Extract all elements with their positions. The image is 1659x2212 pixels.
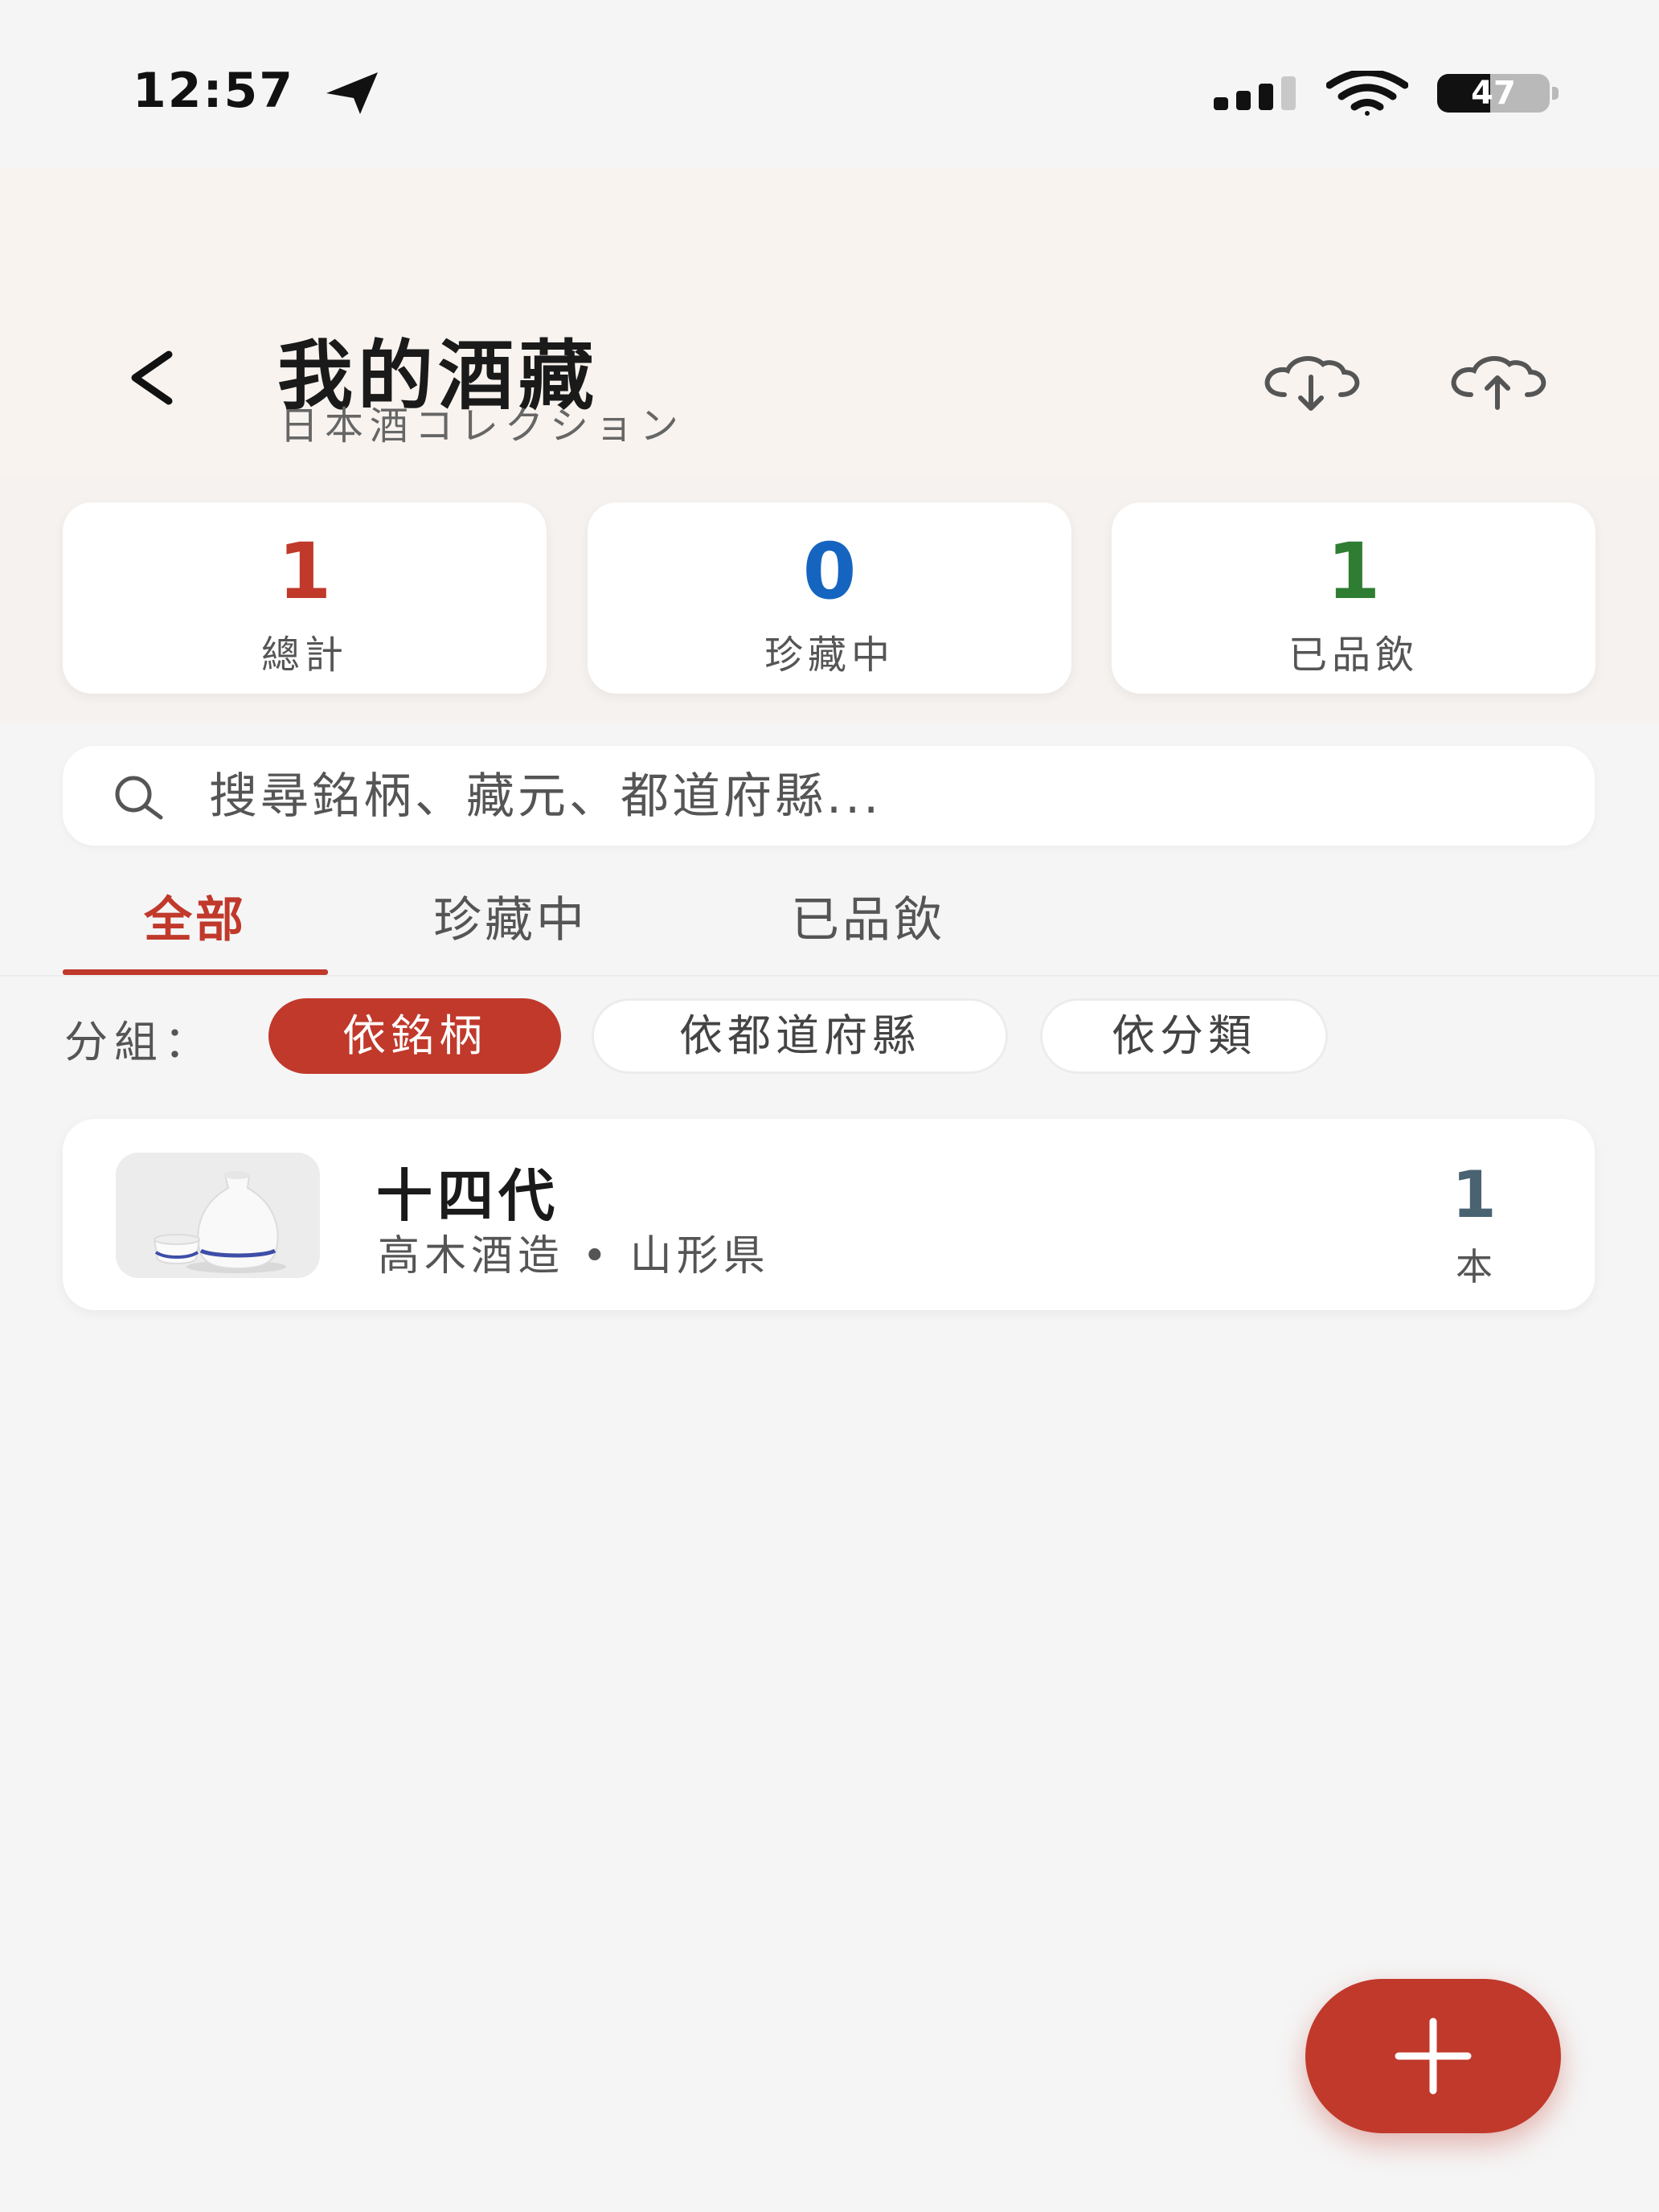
- tab-all[interactable]: 全部: [63, 884, 328, 973]
- back-chevron-icon: [131, 350, 173, 405]
- download-button[interactable]: [1259, 346, 1363, 418]
- stat-cellaring-label: 珍藏中: [764, 633, 895, 678]
- chip-group-by-brand[interactable]: 依銘柄: [268, 998, 561, 1074]
- item-brewery-prefecture: 高木酒造 • 山形県: [378, 1232, 770, 1280]
- stat-card-cellaring: 0 珍藏中: [588, 502, 1071, 694]
- stat-total-value: 1: [277, 526, 332, 616]
- page-subtitle: 日本酒コレクション: [280, 403, 686, 449]
- search-icon: [115, 776, 163, 820]
- back-button[interactable]: [121, 342, 185, 414]
- stat-tasted-label: 已品飲: [1288, 633, 1419, 678]
- sake-tokkuri-icon: [116, 1153, 320, 1278]
- tab-tasted[interactable]: 已品飲: [743, 884, 993, 973]
- battery-icon: 47: [1437, 74, 1561, 113]
- tab-cellaring[interactable]: 珍藏中: [386, 884, 635, 973]
- stat-tasted-value: 1: [1326, 526, 1381, 616]
- status-time: 12:57: [133, 63, 294, 119]
- location-arrow-icon: [326, 72, 378, 114]
- tab-active-indicator: [63, 969, 328, 975]
- item-bottle-unit: 本: [1456, 1245, 1493, 1288]
- tab-divider: [0, 975, 1659, 977]
- chip-group-by-category[interactable]: 依分類: [1040, 998, 1328, 1074]
- wifi-icon: [1326, 71, 1408, 116]
- cellular-signal-icon: [1214, 76, 1296, 110]
- upload-button[interactable]: [1445, 346, 1550, 418]
- item-brand-name: 十四代: [376, 1163, 559, 1229]
- search-bar[interactable]: [63, 746, 1595, 846]
- stat-card-total: 1 總計: [63, 502, 547, 694]
- search-input[interactable]: [207, 762, 1561, 831]
- cloud-upload-icon: [1451, 356, 1546, 410]
- cloud-download-icon: [1264, 356, 1360, 411]
- list-item[interactable]: 十四代 高木酒造 • 山形県 1 本: [63, 1119, 1595, 1310]
- stat-cellaring-value: 0: [802, 526, 857, 616]
- stat-total-label: 總計: [260, 633, 348, 678]
- add-bottle-button[interactable]: [1305, 1979, 1561, 2133]
- item-bottle-count: 1: [1452, 1157, 1497, 1232]
- chip-group-by-prefecture[interactable]: 依都道府縣: [592, 998, 1008, 1074]
- battery-level: 47: [1471, 75, 1516, 112]
- header-background: [0, 169, 1659, 474]
- plus-icon: [1395, 2017, 1472, 2095]
- stat-card-tasted: 1 已品飲: [1112, 502, 1596, 694]
- group-label: 分組：: [64, 1017, 214, 1067]
